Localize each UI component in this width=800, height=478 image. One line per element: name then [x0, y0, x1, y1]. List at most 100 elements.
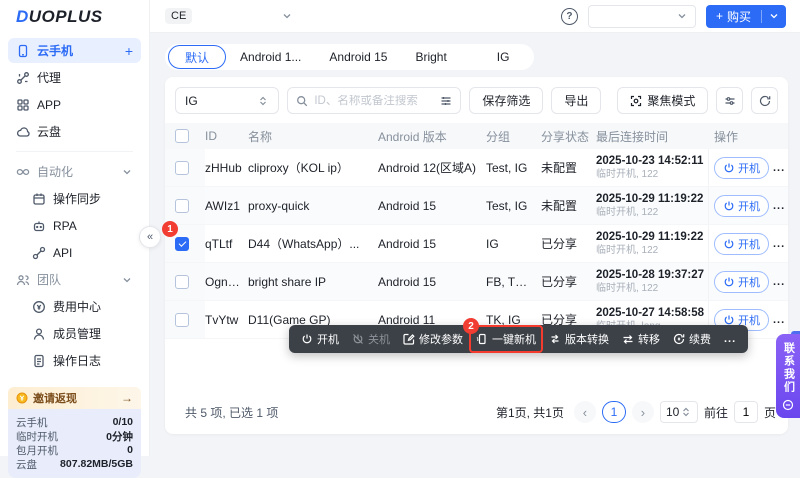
device-group: FB, TK, IG: [486, 274, 541, 289]
search-icon: [297, 95, 308, 106]
toolbar-more-button[interactable]: ...: [724, 333, 736, 345]
sidebar-group-label: 团队: [37, 273, 62, 287]
tab-default[interactable]: 默认: [168, 45, 227, 69]
main-content: 默认 Android 1... Android 15 Bright IG IG …: [150, 33, 800, 456]
account-select[interactable]: [587, 4, 696, 28]
row-checkbox[interactable]: [175, 274, 189, 289]
device-name: D44（WhatsApp）...: [248, 237, 360, 251]
sidebar-item-cloud-phone[interactable]: 云手机 +: [8, 38, 141, 63]
device-share-status: 未配置: [541, 161, 578, 175]
duoplus-logo: D UOPLUS: [16, 7, 103, 26]
buy-label: 购买: [726, 9, 751, 24]
prev-page-button[interactable]: ‹: [573, 401, 596, 423]
contact-us-button[interactable]: 联系我们: [776, 334, 800, 418]
group-tabs: 默认 Android 1... Android 15 Bright IG: [165, 44, 535, 70]
device-android: Android 15: [378, 198, 437, 213]
device-group: Test, IG: [486, 198, 528, 213]
sidebar-item-rpa[interactable]: RPA: [8, 213, 141, 238]
row-more-button[interactable]: ...: [773, 200, 785, 212]
version-convert-icon: [551, 334, 559, 344]
transfer-icon: [623, 335, 633, 344]
toolbar-modify-params[interactable]: 修改参数: [403, 331, 463, 347]
sidebar-group-team[interactable]: 团队: [8, 267, 141, 292]
refresh-button[interactable]: [751, 87, 779, 114]
current-page-button[interactable]: 1: [601, 401, 626, 423]
col-last-connect-time: 最后连接时间: [596, 129, 669, 144]
topbar: CE ? + 购买: [150, 0, 800, 33]
power-on-button[interactable]: 开机: [714, 194, 769, 217]
tab-ig[interactable]: IG: [483, 44, 524, 70]
group-filter-select[interactable]: IG: [175, 87, 280, 114]
device-table: ID 名称 Android 版本 分组 分享状态 最后连接时间 操作 zHHub…: [162, 123, 788, 339]
col-name: 名称: [248, 129, 273, 144]
export-button[interactable]: 导出: [551, 87, 602, 114]
focus-mode-button[interactable]: 聚焦模式: [617, 87, 709, 114]
power-on-button[interactable]: 开机: [714, 156, 769, 179]
toolbar-power-on[interactable]: 开机: [301, 331, 339, 347]
tab-android-1[interactable]: Android 1...: [226, 44, 315, 70]
table-row: AWIz1 proxy-quick Android 15 Test, IG 未配…: [165, 187, 788, 225]
sidebar-item-label: 操作日志: [53, 354, 102, 368]
chevron-down-icon: [123, 169, 131, 174]
duoplus-cloud-phone-app: { "glyphs": {"plus": "+", "collapse": "«…: [0, 0, 800, 478]
goto-page-input[interactable]: [736, 405, 755, 419]
row-checkbox-checked[interactable]: [175, 236, 189, 251]
row-more-button[interactable]: ...: [773, 162, 785, 174]
sidebar-item-operation-sync[interactable]: 操作同步: [8, 186, 141, 211]
page-unit-label: 页: [763, 405, 776, 420]
power-on-button[interactable]: 开机: [714, 232, 769, 255]
robot-icon: [33, 221, 45, 231]
row-checkbox[interactable]: [175, 198, 189, 213]
sidebar: D UOPLUS 云手机 + 代理 APP 云盘 自动化 操作同步 RPA AP…: [0, 0, 150, 478]
tab-android-15[interactable]: Android 15: [315, 44, 401, 70]
table-footer: 共 5 项, 已选 1 项 第1页, 共1页 ‹ 1 › 10 前往 页: [185, 401, 776, 423]
device-group: IG: [486, 236, 499, 251]
row-checkbox[interactable]: [175, 312, 189, 327]
toolbar-transfer[interactable]: 转移: [622, 331, 660, 347]
save-filter-button[interactable]: 保存筛选: [469, 87, 544, 114]
chevron-down-icon: [770, 14, 778, 19]
sidebar-item-label: 代理: [37, 71, 62, 85]
sidebar-item-label: 云盘: [37, 125, 62, 139]
invite-cashback-banner[interactable]: 邀请返现 →: [8, 387, 141, 409]
select-all-checkbox[interactable]: [175, 129, 189, 143]
table-body: zHHub cliproxy（KOL ip） Android 12(区域A) T…: [162, 149, 788, 339]
buy-button[interactable]: + 购买: [705, 4, 786, 28]
device-last-connect: 2025-10-29 11:19:22 临时开机, 122: [596, 230, 704, 256]
search-input[interactable]: [314, 94, 435, 107]
row-more-button[interactable]: ...: [773, 276, 785, 288]
sidebar-item-proxy[interactable]: 代理: [8, 65, 141, 90]
filter-sliders-icon[interactable]: [440, 95, 452, 107]
add-cloud-phone-button[interactable]: +: [125, 43, 133, 59]
sidebar-item-billing-center[interactable]: 费用中心: [8, 294, 141, 319]
sidebar-item-cloud-disk[interactable]: 云盘: [8, 119, 141, 144]
phone-icon: [18, 44, 28, 57]
toolbar-renew[interactable]: 续费: [673, 331, 711, 347]
toolbar-version-convert[interactable]: 版本转换: [549, 331, 609, 347]
row-more-button[interactable]: ...: [773, 314, 785, 326]
log-icon: [34, 354, 44, 367]
buy-dropdown-button[interactable]: [762, 10, 786, 22]
selection-summary: 共 5 项, 已选 1 项: [185, 405, 279, 420]
column-settings-button[interactable]: [716, 87, 744, 114]
power-on-button[interactable]: 开机: [714, 270, 769, 293]
edit-params-icon: [403, 333, 415, 345]
row-checkbox[interactable]: [175, 160, 189, 175]
sidebar-item-operation-log[interactable]: 操作日志: [8, 348, 141, 373]
toolbar-one-key-new-device[interactable]: 2 一键新机: [463, 318, 543, 353]
tutorial-step-1-badge: 1: [162, 221, 178, 237]
sidebar-item-app[interactable]: APP: [8, 92, 141, 117]
device-last-connect: 2025-10-23 14:52:11 临时开机, 122: [596, 154, 704, 180]
page-size-select[interactable]: 10: [659, 401, 698, 423]
next-page-button[interactable]: ›: [631, 401, 654, 423]
workspace-select[interactable]: CE: [165, 8, 293, 24]
help-button[interactable]: ?: [560, 7, 578, 25]
sidebar-collapse-button[interactable]: «: [139, 226, 161, 248]
tab-bright[interactable]: Bright: [401, 44, 460, 70]
row-more-button[interactable]: ...: [773, 238, 785, 250]
sidebar-item-label: API: [53, 245, 73, 260]
sidebar-group-automation[interactable]: 自动化: [8, 159, 141, 184]
sidebar-item-member-management[interactable]: 成员管理: [8, 321, 141, 346]
sync-icon: [33, 193, 45, 205]
sidebar-item-api[interactable]: API: [8, 240, 141, 265]
